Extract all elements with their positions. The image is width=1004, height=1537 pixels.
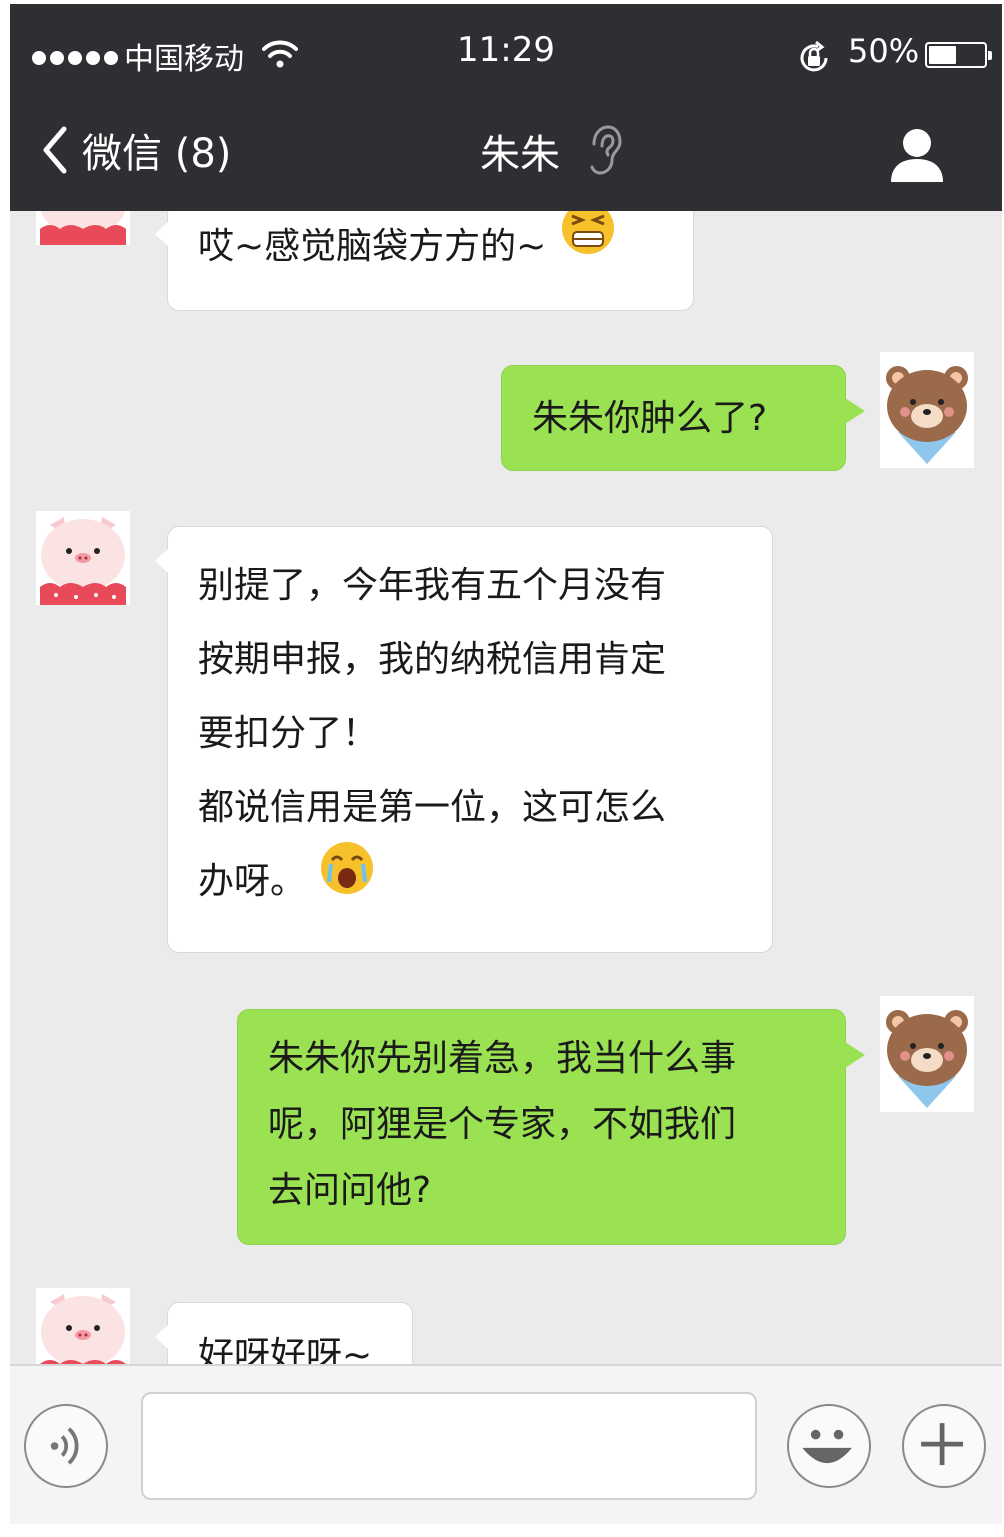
bear-avatar[interactable] bbox=[880, 352, 974, 468]
input-bar bbox=[10, 1364, 1002, 1524]
message-line: 要扣分了！ bbox=[198, 713, 379, 754]
plus-icon bbox=[921, 1423, 964, 1466]
wechat-chat-screen: 中国移动 11:29 50% 微信 (8) 朱朱 哎~感觉脑袋方方的~ 朱朱你肿… bbox=[10, 4, 1002, 1524]
voice-icon bbox=[50, 1427, 79, 1465]
ear-icon bbox=[590, 125, 622, 175]
message-line: 别提了，今年我有五个月没有 bbox=[198, 565, 667, 606]
message-bubble-incoming[interactable]: 好呀好呀~ bbox=[155, 1302, 413, 1364]
message-bubble-incoming[interactable]: 哎~感觉脑袋方方的~ bbox=[155, 211, 694, 311]
message-bubble-outgoing[interactable]: 朱朱你先别着急，我当什么事 呢，阿狸是个专家，不如我们 去问问他? bbox=[237, 1009, 865, 1245]
pig-avatar[interactable] bbox=[36, 1288, 130, 1364]
message-line: 朱朱你先别着急，我当什么事 bbox=[268, 1038, 737, 1079]
message-text: 哎~感觉脑袋方方的~ bbox=[198, 226, 547, 267]
grimacing-emoji bbox=[561, 211, 614, 254]
message-line: 去问问他? bbox=[268, 1170, 432, 1211]
more-button[interactable] bbox=[902, 1404, 986, 1488]
message-input[interactable] bbox=[141, 1392, 757, 1500]
smiley-icon bbox=[802, 1429, 852, 1464]
message-line: 都说信用是第一位，这可怎么 bbox=[198, 787, 667, 828]
battery-percent: 50% bbox=[848, 32, 920, 70]
message-bubble-outgoing[interactable]: 朱朱你肿么了? bbox=[501, 365, 865, 471]
message-line: 办呀。 bbox=[198, 861, 307, 902]
back-label: 微信 (8) bbox=[82, 131, 232, 177]
message-line: 呢，阿狸是个专家，不如我们 bbox=[268, 1104, 737, 1145]
crying-emoji bbox=[321, 842, 374, 894]
pig-avatar[interactable] bbox=[36, 511, 130, 605]
person-icon[interactable] bbox=[888, 126, 946, 182]
message-list[interactable]: 哎~感觉脑袋方方的~ 朱朱你肿么了? 别提了，今年我有五个月没有 按期申报，我的… bbox=[10, 211, 1002, 1364]
rotation-lock-icon bbox=[800, 40, 828, 72]
chevron-left-icon bbox=[43, 126, 67, 174]
message-text: 好呀好呀~ bbox=[198, 1335, 373, 1364]
battery-icon bbox=[925, 42, 992, 68]
message-text: 朱朱你肿么了? bbox=[532, 398, 768, 439]
voice-button[interactable] bbox=[24, 1404, 108, 1488]
back-button[interactable]: 微信 (8) bbox=[38, 120, 231, 180]
status-bar: 中国移动 11:29 50% bbox=[10, 4, 1002, 100]
message-bubble-incoming[interactable]: 别提了，今年我有五个月没有 按期申报，我的纳税信用肯定 要扣分了！ 都说信用是第… bbox=[155, 526, 773, 953]
pig-avatar[interactable] bbox=[36, 211, 130, 245]
top-bar: 中国移动 11:29 50% 微信 (8) 朱朱 bbox=[10, 4, 1002, 211]
message-line: 按期申报，我的纳税信用肯定 bbox=[198, 639, 667, 680]
nav-bar: 微信 (8) 朱朱 bbox=[10, 100, 1002, 211]
bear-avatar[interactable] bbox=[880, 996, 974, 1112]
chat-title: 朱朱 bbox=[480, 132, 560, 178]
emoji-button[interactable] bbox=[787, 1404, 871, 1488]
